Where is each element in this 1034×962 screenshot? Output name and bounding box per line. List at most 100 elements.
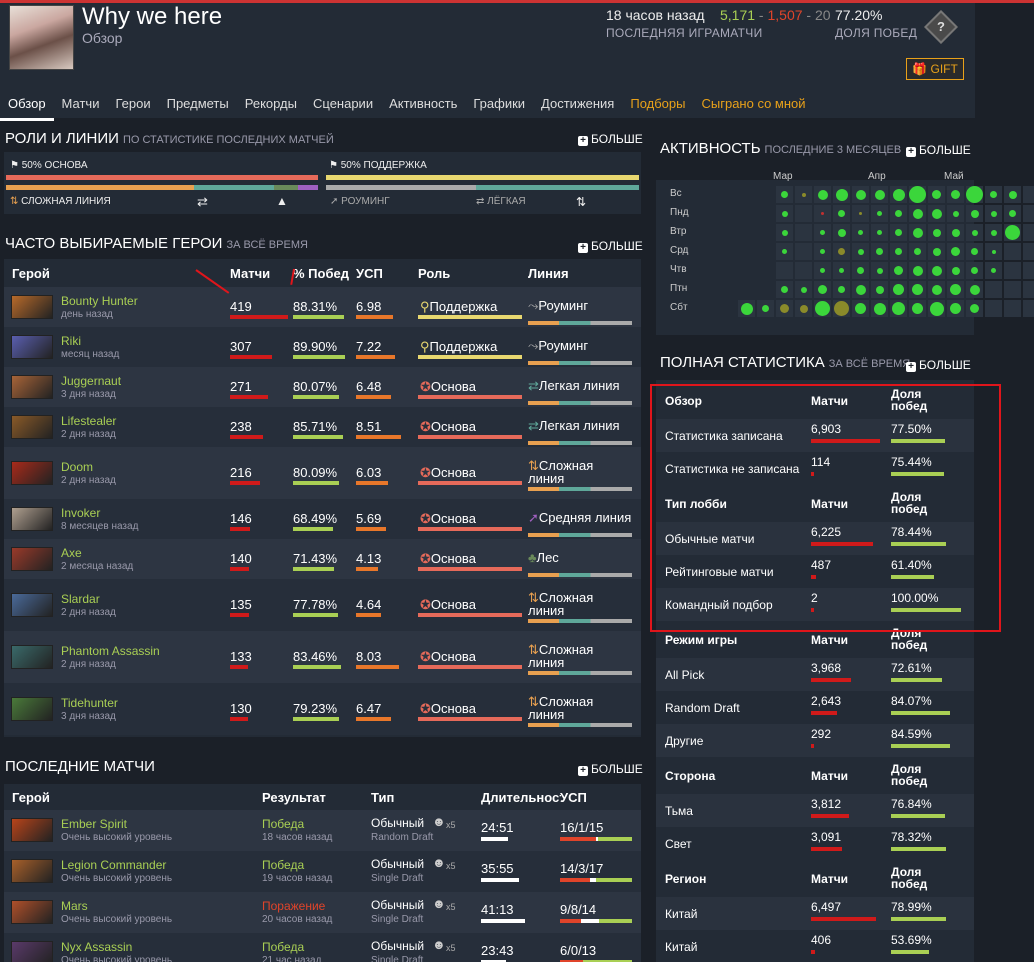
- activity-day-cell[interactable]: [776, 262, 793, 279]
- avatar[interactable]: [9, 5, 74, 70]
- tab-items[interactable]: Предметы: [159, 89, 237, 121]
- stats-row[interactable]: Свет 3,091 78.32%: [656, 827, 974, 860]
- table-row[interactable]: Juggernaut 3 дня назад 271 80.07% 6.48 ✪Основ…: [4, 367, 641, 407]
- col-role[interactable]: Роль: [418, 266, 450, 281]
- hero-name[interactable]: Doom: [61, 460, 93, 474]
- col-kda[interactable]: УСП: [356, 266, 383, 281]
- heroes-more-link[interactable]: + БОЛЬШЕ: [578, 239, 643, 253]
- tab-overview[interactable]: Обзор: [0, 89, 54, 121]
- activity-day-cell[interactable]: [1004, 262, 1021, 279]
- activity-day-cell[interactable]: [795, 205, 812, 222]
- activity-day-cell[interactable]: [1004, 243, 1021, 260]
- stats-row[interactable]: Другие 292 84.59%: [656, 724, 974, 757]
- activity-day-cell[interactable]: [1023, 281, 1034, 298]
- hero-portrait[interactable]: [11, 900, 53, 924]
- tab-heroes[interactable]: Герои: [107, 89, 158, 121]
- hero-name[interactable]: Slardar: [61, 592, 100, 606]
- activity-more-link[interactable]: + БОЛЬШЕ: [906, 143, 971, 157]
- hero-portrait[interactable]: [11, 859, 53, 883]
- tab-matches[interactable]: Матчи: [54, 89, 108, 121]
- col-winrate[interactable]: % Побед: [293, 266, 349, 281]
- table-row[interactable]: Slardar 2 дня назад 135 77.78% 4.64 ✪Основа ⇅С…: [4, 579, 641, 631]
- hero-portrait[interactable]: [11, 818, 53, 842]
- hero-name[interactable]: Nyx Assassin: [61, 940, 132, 954]
- hero-portrait[interactable]: [11, 295, 53, 319]
- hero-name[interactable]: Bounty Hunter: [61, 294, 138, 308]
- hero-name[interactable]: Tidehunter: [61, 696, 118, 710]
- full-stats-more-link[interactable]: + БОЛЬШЕ: [906, 358, 971, 372]
- table-row[interactable]: Legion Commander Очень высокий уровень Поб…: [4, 851, 641, 892]
- tab-scenarios[interactable]: Сценарии: [305, 89, 381, 121]
- tab-achievements[interactable]: Достижения: [533, 89, 622, 121]
- col-matches[interactable]: Матчи: [230, 266, 270, 281]
- activity-day-cell[interactable]: [1004, 281, 1021, 298]
- table-row[interactable]: Tidehunter 3 дня назад 130 79.23% 6.47 ✪Основ…: [4, 683, 641, 735]
- hero-portrait[interactable]: [11, 593, 53, 617]
- hero-portrait[interactable]: [11, 415, 53, 439]
- stats-row[interactable]: Random Draft 2,643 84.07%: [656, 691, 974, 724]
- table-row[interactable]: Phantom Assassin 2 дня назад 133 83.46% 8.03…: [4, 631, 641, 683]
- table-row[interactable]: Axe 2 месяца назад 140 71.43% 4.13 ✪Основа ♣Ле…: [4, 539, 641, 579]
- activity-day-cell[interactable]: [795, 262, 812, 279]
- activity-day-cell[interactable]: [1023, 243, 1034, 260]
- tab-activity[interactable]: Активность: [381, 89, 465, 121]
- tab-picks[interactable]: Подборы: [622, 89, 693, 121]
- activity-day-cell[interactable]: [795, 243, 812, 260]
- stats-row[interactable]: Тьма 3,812 76.84%: [656, 794, 974, 827]
- match-result[interactable]: Победа: [262, 817, 304, 831]
- hero-portrait[interactable]: [11, 547, 53, 571]
- activity-day-cell[interactable]: [1023, 186, 1034, 203]
- table-row[interactable]: Doom 2 дня назад 216 80.09% 6.03 ✪Основа ⇅Слож…: [4, 447, 641, 499]
- col-type[interactable]: Тип: [371, 790, 394, 805]
- match-result[interactable]: Победа: [262, 858, 304, 872]
- hero-name[interactable]: Phantom Assassin: [61, 644, 160, 658]
- activity-day-cell[interactable]: [1023, 224, 1034, 241]
- table-row[interactable]: Lifestealer 2 дня назад 238 85.71% 8.51 ✪Осно…: [4, 407, 641, 447]
- activity-day-cell[interactable]: [1023, 205, 1034, 222]
- table-row[interactable]: Mars Очень высокий уровень Поражение 20 час…: [4, 892, 641, 933]
- hero-name[interactable]: Legion Commander: [61, 858, 166, 872]
- match-result[interactable]: Поражение: [262, 899, 325, 913]
- hero-portrait[interactable]: [11, 507, 53, 531]
- hero-portrait[interactable]: [11, 941, 53, 962]
- hero-portrait[interactable]: [11, 645, 53, 669]
- stats-row[interactable]: Китай 6,497 78.99%: [656, 897, 974, 930]
- col-result[interactable]: Результат: [262, 790, 326, 805]
- stats-row[interactable]: All Pick 3,968 72.61%: [656, 658, 974, 691]
- col-kda[interactable]: УСП: [560, 790, 587, 805]
- activity-day-cell[interactable]: [1023, 300, 1034, 317]
- col-hero[interactable]: Герой: [12, 790, 50, 805]
- stats-row[interactable]: Китай 406 53.69%: [656, 930, 974, 962]
- hero-name[interactable]: Invoker: [61, 506, 100, 520]
- table-row[interactable]: Invoker 8 месяцев назад 146 68.49% 5.69 ✪Осно…: [4, 499, 641, 539]
- col-duration[interactable]: Длительность: [481, 790, 561, 805]
- hero-portrait[interactable]: [11, 335, 53, 359]
- activity-day-cell[interactable]: [795, 224, 812, 241]
- recent-more-link[interactable]: + БОЛЬШЕ: [578, 762, 643, 776]
- hero-portrait[interactable]: [11, 697, 53, 721]
- hero-portrait[interactable]: [11, 375, 53, 399]
- tab-records[interactable]: Рекорды: [237, 89, 305, 121]
- help-icon[interactable]: ?: [924, 10, 958, 44]
- hero-name[interactable]: Ember Spirit: [61, 817, 127, 831]
- roles-more-link[interactable]: + БОЛЬШЕ: [578, 132, 643, 146]
- activity-day-cell[interactable]: [1004, 300, 1021, 317]
- hero-name[interactable]: Lifestealer: [61, 414, 116, 428]
- hero-name[interactable]: Axe: [61, 546, 82, 560]
- activity-day-cell[interactable]: [1023, 262, 1034, 279]
- tab-graphs[interactable]: Графики: [465, 89, 533, 121]
- hero-name[interactable]: Juggernaut: [61, 374, 121, 388]
- table-row[interactable]: Ember Spirit Очень высокий уровень Победа 1…: [4, 810, 641, 851]
- hero-portrait[interactable]: [11, 461, 53, 485]
- activity-day-cell[interactable]: [985, 281, 1002, 298]
- col-lane[interactable]: Линия: [528, 266, 569, 281]
- hero-name[interactable]: Mars: [61, 899, 88, 913]
- gift-button[interactable]: 🎁 GIFT: [906, 58, 964, 80]
- match-result[interactable]: Победа: [262, 940, 304, 954]
- hero-name[interactable]: Riki: [61, 334, 81, 348]
- table-row[interactable]: Bounty Hunter день назад 419 88.31% 6.98 ⚲Под…: [4, 287, 641, 327]
- activity-day-cell[interactable]: [985, 300, 1002, 317]
- table-row[interactable]: Nyx Assassin Очень высокий уровень Победа 2…: [4, 933, 641, 962]
- table-row[interactable]: Riki месяц назад 307 89.90% 7.22 ⚲Поддержка ⤳Р…: [4, 327, 641, 367]
- col-hero[interactable]: Герой: [12, 266, 50, 281]
